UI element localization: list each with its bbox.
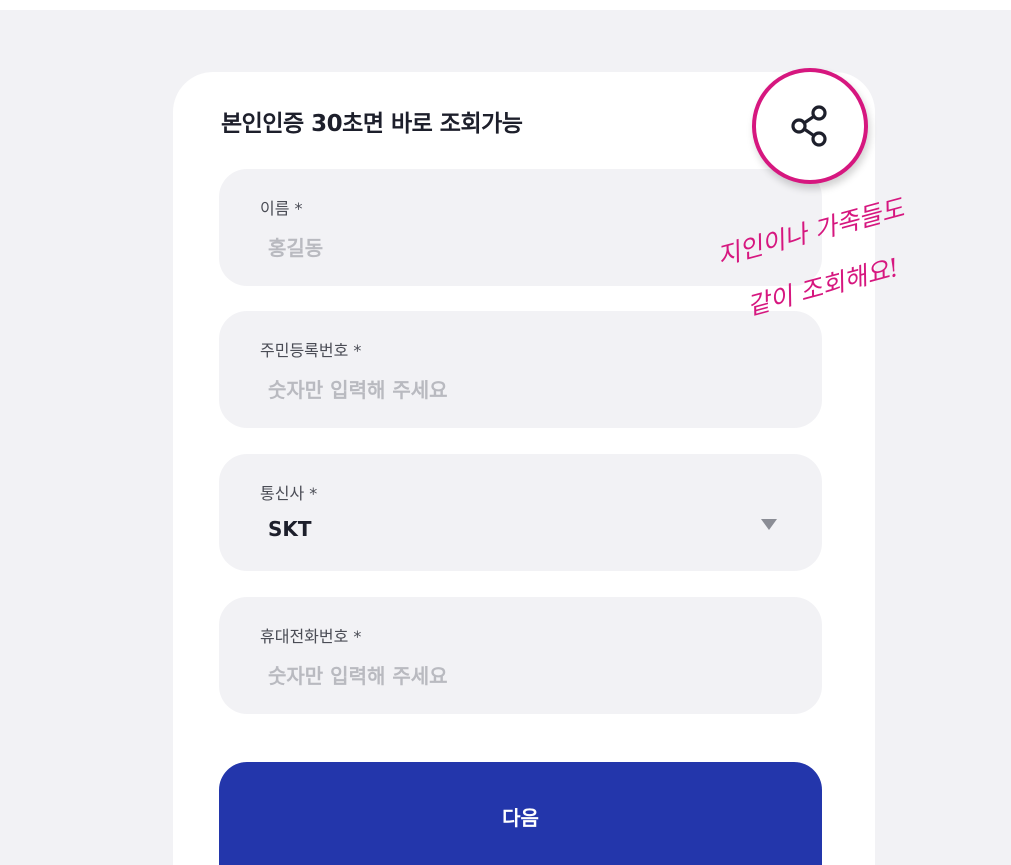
page-title: 본인인증 30초면 바로 조회가능 (221, 111, 523, 137)
carrier-select[interactable]: 통신사 * SKT (219, 454, 822, 571)
next-button[interactable]: 다음 (219, 762, 822, 865)
resident-number-field[interactable]: 주민등록번호 * 숫자만 입력해 주세요 (219, 311, 822, 428)
share-icon (791, 105, 827, 147)
phone-number-field-label: 휴대전화번호 * (260, 627, 362, 646)
phone-number-field-placeholder: 숫자만 입력해 주세요 (268, 664, 448, 688)
name-field-label: 이름 * (260, 199, 303, 218)
name-field-placeholder: 홍길동 (268, 236, 324, 260)
phone-number-field[interactable]: 휴대전화번호 * 숫자만 입력해 주세요 (219, 597, 822, 714)
carrier-select-value: SKT (268, 517, 312, 541)
carrier-select-label: 통신사 * (260, 484, 318, 503)
resident-number-field-label: 주민등록번호 * (260, 341, 362, 360)
next-button-label: 다음 (502, 808, 539, 830)
dropdown-arrow-icon (761, 519, 777, 530)
share-button[interactable] (752, 68, 868, 184)
resident-number-field-placeholder: 숫자만 입력해 주세요 (268, 378, 448, 402)
